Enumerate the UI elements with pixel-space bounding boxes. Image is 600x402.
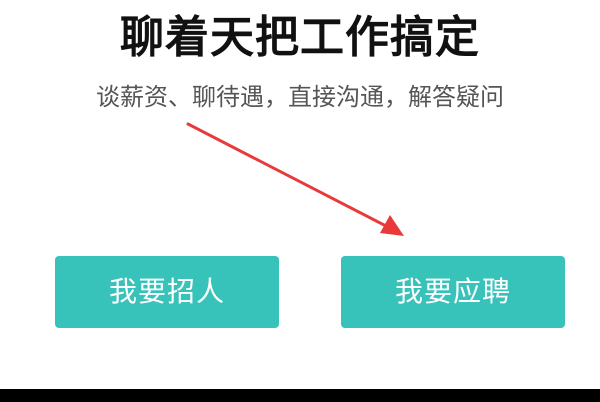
page-subtitle: 谈薪资、聊待遇，直接沟通，解答疑问 [96,83,504,111]
role-selection-screen: 聊着天把工作搞定 谈薪资、聊待遇，直接沟通，解答疑问 我要招人 我要应聘 [0,0,600,402]
page-title: 聊着天把工作搞定 [120,12,480,63]
recruit-button[interactable]: 我要招人 [55,256,279,328]
bottom-bar [0,389,600,402]
apply-job-button[interactable]: 我要应聘 [341,256,565,328]
